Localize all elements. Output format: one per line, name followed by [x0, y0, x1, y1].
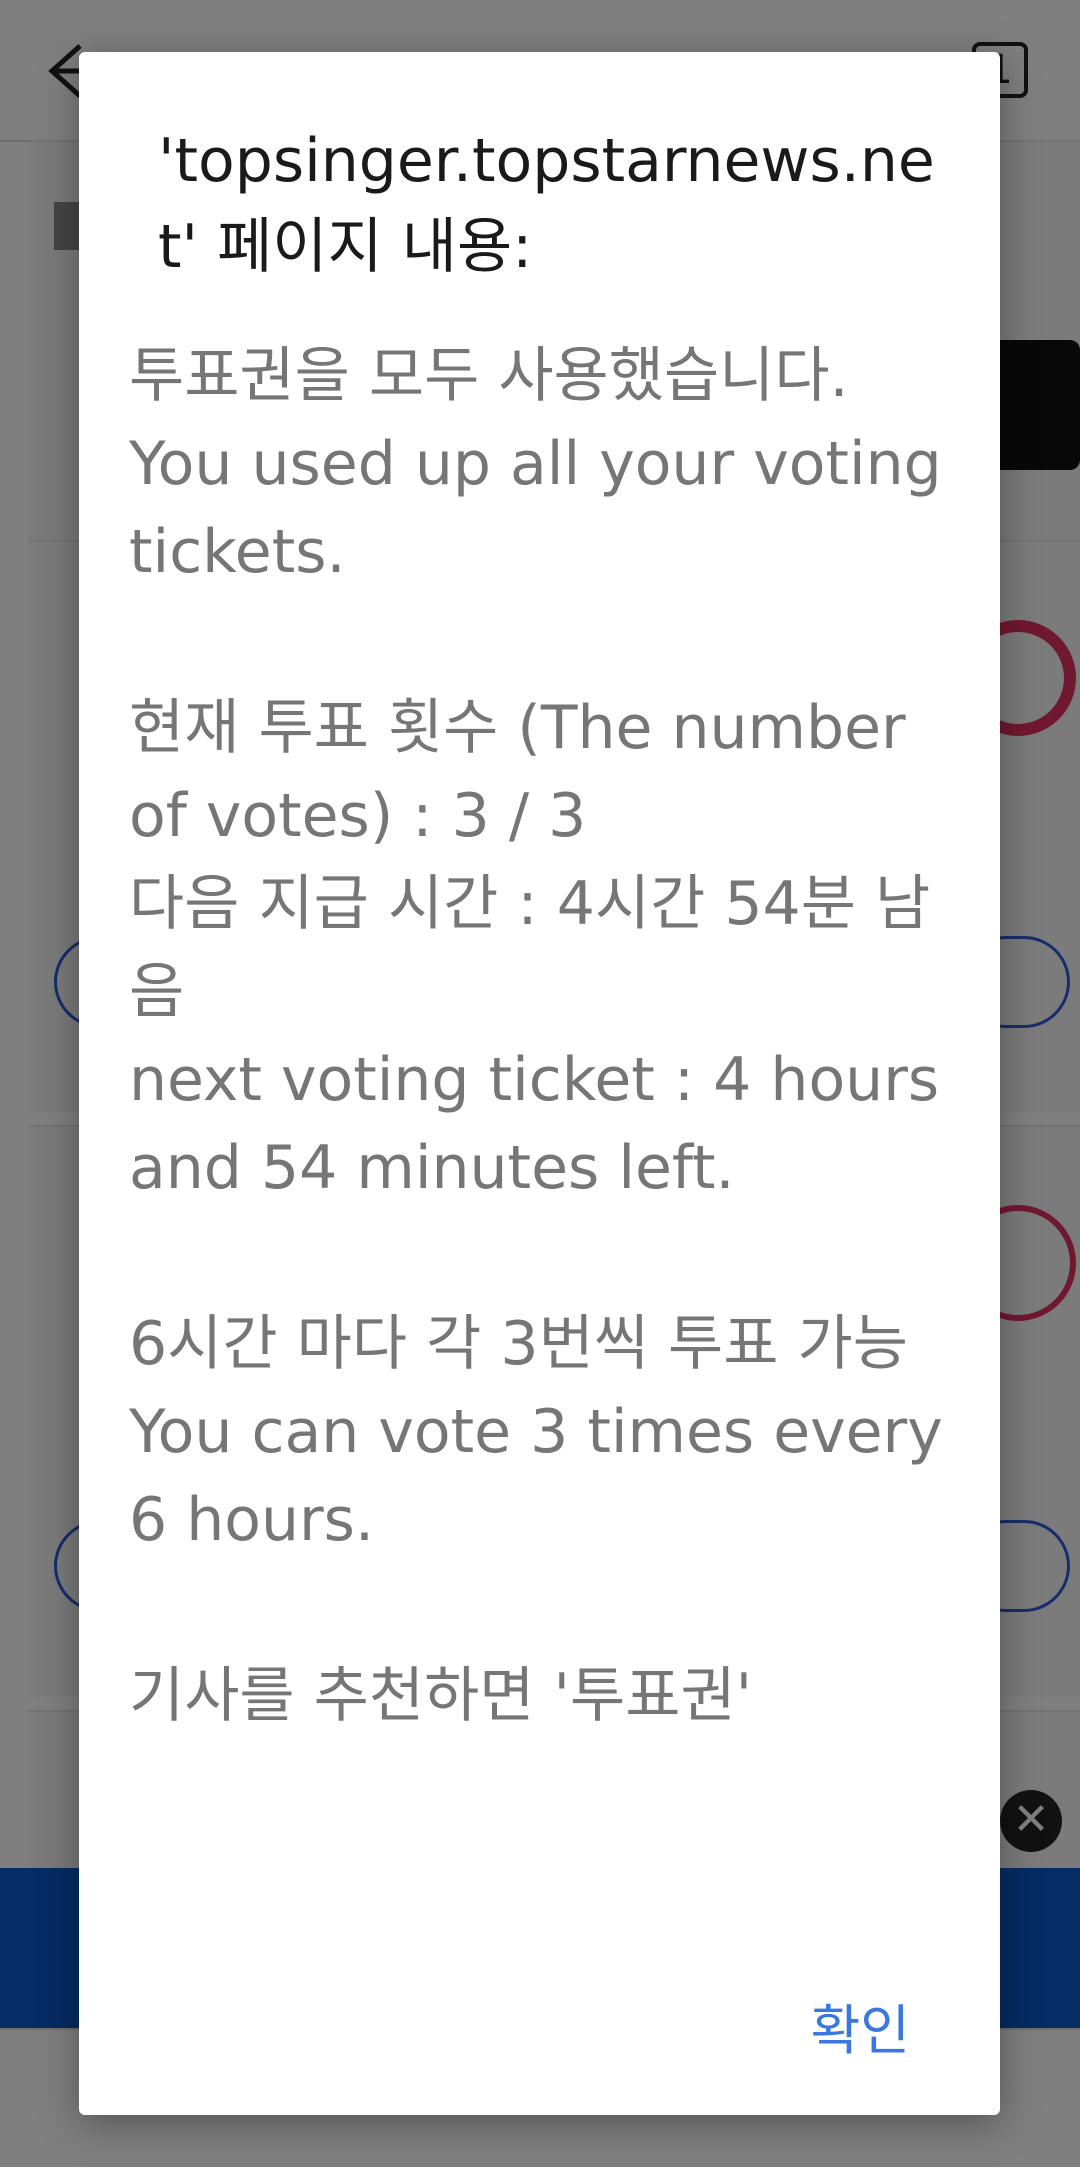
alert-dialog: 'topsinger.topstarnews.net' 페이지 내용: 투표권을… [79, 52, 1000, 2115]
ok-button[interactable]: 확인 [811, 1986, 910, 2065]
dialog-title: 'topsinger.topstarnews.net' 페이지 내용: [158, 126, 935, 282]
dialog-message: 투표권을 모두 사용했습니다. You used up all your vot… [129, 341, 943, 1731]
